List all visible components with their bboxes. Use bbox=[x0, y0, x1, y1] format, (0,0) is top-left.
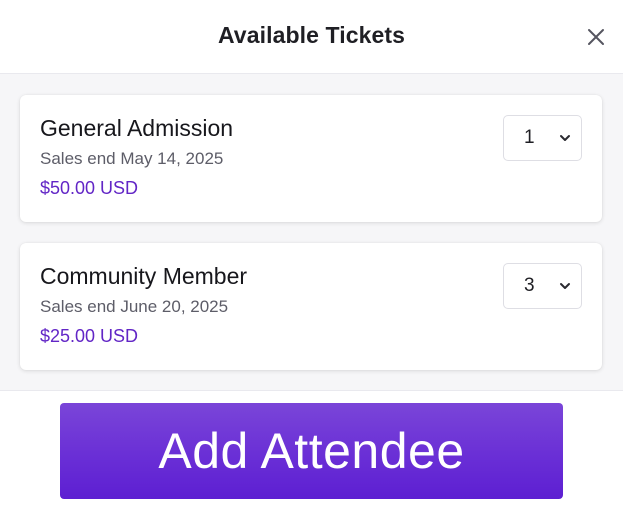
quantity-select[interactable]: 3 bbox=[503, 263, 582, 309]
ticket-list: General Admission Sales end May 14, 2025… bbox=[0, 74, 623, 391]
chevron-down-icon bbox=[560, 135, 570, 141]
ticket-name: General Admission bbox=[40, 115, 234, 141]
ticket-price: $50.00 USD bbox=[40, 178, 139, 198]
ticket-sales-end: Sales end June 20, 2025 bbox=[40, 297, 229, 316]
chevron-down-icon bbox=[560, 283, 570, 289]
quantity-select[interactable]: 1 bbox=[503, 115, 582, 161]
modal-title: Available Tickets bbox=[217, 22, 406, 48]
modal-header: Available Tickets bbox=[0, 0, 623, 74]
tickets-modal: Available Tickets General Admission Sale… bbox=[0, 0, 623, 515]
close-icon bbox=[588, 29, 604, 45]
add-attendee-button[interactable]: Add Attendee bbox=[60, 403, 563, 499]
close-button[interactable] bbox=[585, 26, 607, 48]
ticket-card-community-member: Community Member Sales end June 20, 2025… bbox=[20, 243, 602, 370]
modal-footer: Add Attendee bbox=[0, 391, 623, 515]
ticket-name: Community Member bbox=[40, 263, 248, 289]
ticket-sales-end: Sales end May 14, 2025 bbox=[40, 149, 224, 168]
ticket-card-general-admission: General Admission Sales end May 14, 2025… bbox=[20, 95, 602, 222]
ticket-price: $25.00 USD bbox=[40, 326, 139, 346]
quantity-value: 3 bbox=[524, 275, 535, 296]
quantity-value: 1 bbox=[524, 127, 535, 148]
